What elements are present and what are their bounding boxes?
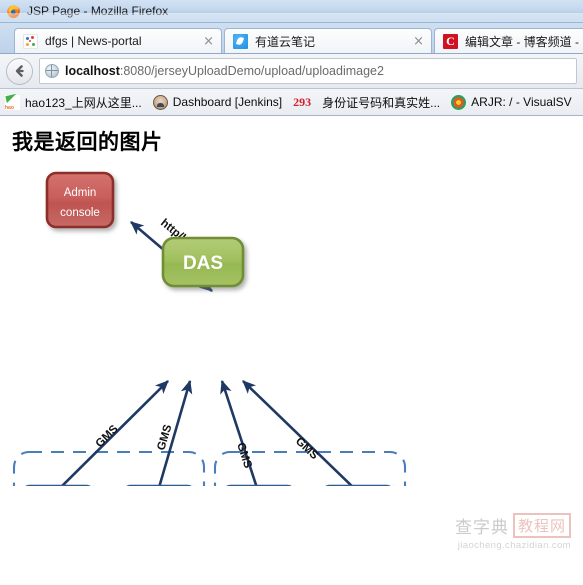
admin-console-label-line1: Admin [64,187,97,199]
bookmark-hao123[interactable]: hao123_上网从这里... [5,94,142,111]
das-label: DAS [183,253,223,274]
bookmark-label: hao123_上网从这里... [25,95,142,110]
watermark-logo-row: 查字典 教程网 [421,513,571,538]
bookmark-jenkins-dashboard[interactable]: Dashboard [Jenkins] [152,94,283,110]
gms-label-3: GMS [234,441,254,470]
gms-arrow-4 [242,380,354,486]
tab-label: 有道云笔记 [255,34,316,49]
navigation-toolbar: localhost:8080/jerseyUploadDemo/upload/u… [0,54,583,89]
youdao-favicon [233,33,248,49]
window-title: JSP Page - Mozilla Firefox [27,4,169,18]
ha-group-left-border [12,450,206,486]
tab-close-icon[interactable]: × [413,35,424,48]
bookmark-label: Dashboard [Jenkins] [172,95,283,109]
bookmark-label: 身份证号码和真实姓... [322,95,441,110]
diagram-svg: HA HA GMS GMS GMS GM [12,171,407,486]
page-content: 我是返回的图片 GMS GMS GMS GMS Admin console DA… [0,116,583,561]
tab-news-portal[interactable]: dfgs | News-portal × [14,28,222,53]
back-arrow-icon [13,64,27,78]
firefox-icon [6,4,21,19]
news-portal-favicon [23,33,38,49]
hao123-icon [5,94,20,111]
tab-youdao-note[interactable]: 有道云笔记 × [224,28,432,53]
tab-label: dfgs | News-portal [45,34,142,48]
architecture-diagram-image: HA HA GMS GMS GMS GM [0,156,430,486]
page-title: 我是返回的图片 [12,130,163,154]
tab-csdn-editor[interactable]: 编辑文章 - 博客频道 - [434,28,583,53]
tab-label: 编辑文章 - 博客频道 - [465,34,579,49]
tab-close-icon[interactable]: × [203,35,214,48]
watermark-site-suffix: 教程网 [512,513,571,538]
firefox-browser-window: JSP Page - Mozilla Firefox dfgs | News-p… [0,0,583,585]
url-path: :8080/jerseyUploadDemo/upload/uploadimag… [119,64,384,78]
gms-arrow-3 [220,379,258,486]
window-titlebar: JSP Page - Mozilla Firefox [0,0,583,23]
back-button[interactable] [6,57,33,85]
address-bar[interactable]: localhost:8080/jerseyUploadDemo/upload/u… [39,58,577,84]
bookmark-label: ARJR: / - VisualSV [471,95,572,109]
address-bar-text: localhost:8080/jerseyUploadDemo/upload/u… [65,64,384,78]
csdn-favicon [443,33,458,49]
tab-strip: dfgs | News-portal × 有道云笔记 × 编辑文章 - 博客频道… [0,23,583,54]
visualsvn-icon [451,94,467,110]
ha-group-left: HA [12,450,206,486]
url-host: localhost [65,64,120,78]
gms-label-4: GMS [293,435,321,462]
globe-icon [45,64,59,78]
gms-labels: GMS GMS GMS GMS [94,423,321,470]
bookmark-badge-293[interactable]: 293 [293,95,311,110]
bookmark-visualsvn[interactable]: ARJR: / - VisualSV [451,94,572,110]
watermark-url: jiaocheng.chazidian.com [457,540,571,551]
bookmark-id-lookup[interactable]: 身份证号码和真实姓... [322,94,440,111]
admin-console-label-line2: console [60,207,100,219]
gms-label-1: GMS [94,423,121,450]
watermark-site-name: 查字典 [454,518,509,538]
bookmarks-toolbar: hao123_上网从这里... Dashboard [Jenkins] 293 … [0,89,583,116]
jenkins-icon [152,94,168,110]
watermark: 查字典 教程网 jiaocheng.chazidian.com [421,513,571,553]
